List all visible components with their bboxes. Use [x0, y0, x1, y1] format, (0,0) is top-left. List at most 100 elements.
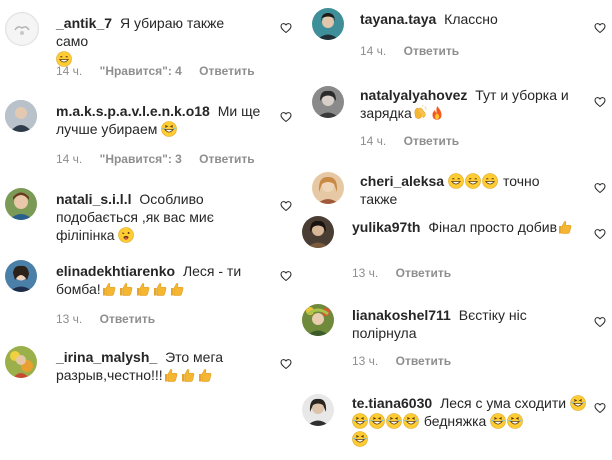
comment-time[interactable]: 14 ч. — [360, 134, 386, 148]
laughing-emoji-icon — [507, 413, 523, 429]
reply-button[interactable]: Ответить — [396, 354, 451, 368]
avatar[interactable] — [5, 12, 39, 46]
comment-time[interactable]: 14 ч. — [56, 64, 82, 78]
comment-username[interactable]: natalyalyahovez — [360, 87, 467, 103]
reply-button[interactable]: Ответить — [100, 312, 155, 326]
comment: tayana.taya Классно 14 ч. Ответить — [306, 0, 612, 70]
comment: yulika97th Фінал просто добив 13 ч. Отве… — [296, 210, 612, 282]
comment-text: _irina_malysh_ Это мега разрыв,честно!!! — [56, 348, 266, 384]
comment-body: Классно — [444, 11, 498, 27]
avatar[interactable] — [302, 216, 334, 248]
comment-time[interactable]: 13 ч. — [56, 312, 82, 326]
heart-icon[interactable] — [280, 358, 292, 370]
comment: lianakoshel711 Вєстіку ніс полірнула 13 … — [296, 300, 612, 374]
comment-username[interactable]: tayana.taya — [360, 11, 436, 27]
comment: te.tiana6030 Леся с ума сходити бедняжка — [296, 388, 612, 460]
comment-time[interactable]: 14 ч. — [360, 44, 386, 58]
comment-username[interactable]: elinadekhtiarenko — [56, 263, 175, 279]
thumbs-up-emoji-icon — [180, 367, 196, 383]
heart-icon[interactable] — [280, 200, 292, 212]
comment: natali_s.i.l.l Особливо подобається ,як … — [0, 182, 306, 252]
laughing-emoji-icon — [570, 395, 586, 411]
comment-text: m.a.k.s.p.a.v.l.e.n.k.o18 Ми ще лучше уб… — [56, 102, 286, 138]
comment-time[interactable]: 13 ч. — [352, 354, 378, 368]
comment-body-extra: бедняжка — [423, 413, 487, 429]
comment-text: natalyalyahovez Тут и уборка и зарядка — [360, 86, 578, 122]
laughing-emoji-icon — [161, 121, 177, 137]
laughing-emoji-icon — [403, 413, 419, 429]
laughing-emoji-icon — [490, 413, 506, 429]
heart-icon[interactable] — [594, 402, 606, 414]
heart-icon[interactable] — [594, 316, 606, 328]
comment-username[interactable]: te.tiana6030 — [352, 395, 432, 411]
comment-username[interactable]: _irina_malysh_ — [56, 349, 157, 365]
heart-icon[interactable] — [280, 111, 292, 123]
comment: natalyalyahovez Тут и уборка и зарядка 1… — [306, 78, 612, 158]
heart-icon[interactable] — [594, 22, 606, 34]
grinning-emoji-icon — [465, 173, 481, 189]
comment-meta: 14 ч. Ответить — [360, 44, 473, 58]
comment-username[interactable]: lianakoshel711 — [352, 307, 451, 323]
avatar[interactable] — [5, 260, 37, 292]
clapping-hands-emoji-icon — [412, 105, 428, 121]
comment-time[interactable]: 13 ч. — [352, 266, 378, 280]
laughing-emoji-icon — [352, 413, 368, 429]
comment-text: _antik_7 Я убираю также само — [56, 14, 256, 68]
thumbs-up-emoji-icon — [169, 281, 185, 297]
avatar[interactable] — [5, 188, 37, 220]
thumbs-up-emoji-icon — [135, 281, 151, 297]
thumbs-up-emoji-icon — [152, 281, 168, 297]
avatar[interactable] — [312, 86, 344, 118]
avatar[interactable] — [5, 346, 37, 378]
avatar[interactable] — [302, 394, 334, 426]
laughing-emoji-icon — [369, 413, 385, 429]
heart-icon[interactable] — [594, 228, 606, 240]
comment: _antik_7 Я убираю также само 14 ч. "Нрав… — [0, 0, 306, 90]
avatar[interactable] — [5, 100, 37, 132]
heart-icon[interactable] — [594, 182, 606, 194]
comment-username[interactable]: _antik_7 — [56, 15, 112, 31]
comment-username[interactable]: natali_s.i.l.l — [56, 191, 131, 207]
fire-emoji-icon — [429, 105, 445, 121]
comment: m.a.k.s.p.a.v.l.e.n.k.o18 Ми ще лучше уб… — [0, 92, 306, 172]
reply-button[interactable]: Ответить — [199, 64, 254, 78]
reply-button[interactable]: Ответить — [199, 152, 254, 166]
thumbs-up-emoji-icon — [101, 281, 117, 297]
avatar[interactable] — [312, 172, 344, 204]
avatar[interactable] — [302, 304, 334, 336]
comment-likes[interactable]: "Нравится": 4 — [100, 64, 182, 78]
laughing-emoji-icon — [386, 413, 402, 429]
grinning-emoji-icon — [448, 173, 464, 189]
avatar[interactable] — [312, 8, 344, 40]
comment-text: cheri_aleksa точно также — [360, 172, 560, 208]
comment-username[interactable]: yulika97th — [352, 219, 420, 235]
comment: elinadekhtiarenko Леся - ти бомба! 13 ч.… — [0, 256, 306, 330]
comment-meta: 14 ч. "Нравится": 3 Ответить — [56, 152, 269, 166]
comment-meta: 13 ч. Ответить — [352, 354, 465, 368]
comment-meta: 14 ч. Ответить — [360, 134, 473, 148]
laughing-emoji-icon — [352, 431, 368, 447]
tongue-emoji-icon — [118, 227, 134, 243]
reply-button[interactable]: Ответить — [404, 44, 459, 58]
comment-body: Леся с ума сходити — [440, 395, 567, 411]
comment: cheri_aleksa точно также — [306, 166, 612, 212]
comment-text: elinadekhtiarenko Леся - ти бомба! — [56, 262, 276, 298]
comment-text: tayana.taya Классно — [360, 10, 580, 28]
comment-likes[interactable]: "Нравится": 3 — [100, 152, 182, 166]
reply-button[interactable]: Ответить — [396, 266, 451, 280]
thumbs-up-emoji-icon — [557, 219, 573, 235]
heart-icon[interactable] — [594, 96, 606, 108]
comment: _irina_malysh_ Это мега разрыв,честно!!! — [0, 340, 306, 400]
thumbs-up-emoji-icon — [118, 281, 134, 297]
comment-username[interactable]: m.a.k.s.p.a.v.l.e.n.k.o18 — [56, 103, 210, 119]
comment-meta: 13 ч. Ответить — [56, 312, 169, 326]
heart-icon[interactable] — [280, 270, 292, 282]
right-comments-column: tayana.taya Классно 14 ч. Ответить natal… — [302, 0, 612, 460]
comment-text: natali_s.i.l.l Особливо подобається ,як … — [56, 190, 236, 244]
comment-meta: 14 ч. "Нравится": 4 Ответить — [56, 64, 269, 78]
reply-button[interactable]: Ответить — [404, 134, 459, 148]
heart-icon[interactable] — [280, 22, 292, 34]
comment-meta: 13 ч. Ответить — [352, 266, 465, 280]
comment-time[interactable]: 14 ч. — [56, 152, 82, 166]
comment-username[interactable]: cheri_aleksa — [360, 173, 444, 189]
